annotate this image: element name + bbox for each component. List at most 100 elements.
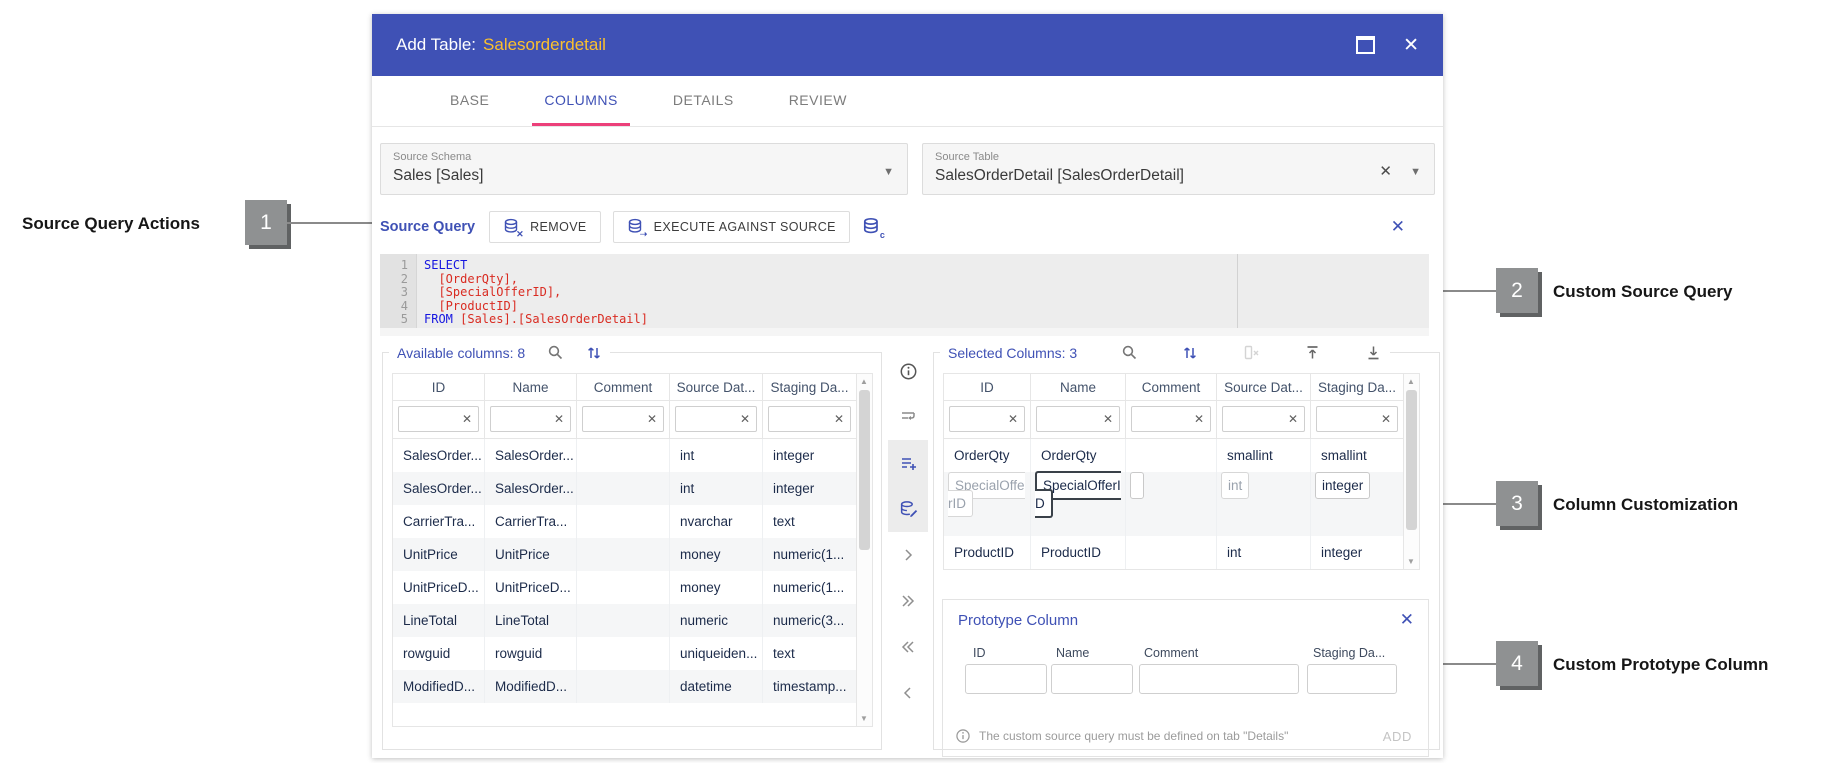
clear-icon[interactable]: ✕ [1188, 412, 1210, 426]
table-row[interactable]: SalesOrder...SalesOrder...intinteger [393, 472, 872, 505]
filter-input[interactable] [1132, 409, 1188, 429]
clear-icon[interactable]: ✕ [641, 412, 663, 426]
chevron-down-icon[interactable]: ▼ [1410, 166, 1421, 178]
scroll-up-icon[interactable]: ▲ [1404, 377, 1418, 386]
cell-input-name[interactable]: SpecialOfferID [1035, 471, 1121, 518]
sort-icon[interactable] [586, 345, 602, 361]
clear-icon[interactable]: ✕ [456, 412, 478, 426]
scrollbar-thumb[interactable] [859, 390, 870, 550]
cell-input-id[interactable]: SpecialOfferID [948, 472, 1025, 517]
remove-query-button[interactable]: ✕ REMOVE [489, 211, 601, 243]
maximize-icon[interactable] [1356, 36, 1375, 54]
tab-bar: BASE COLUMNS DETAILS REVIEW [372, 76, 1443, 127]
sql-line: 2 [OrderQty], [380, 273, 1429, 287]
filter-input[interactable] [1223, 409, 1282, 429]
scroll-up-icon[interactable]: ▲ [857, 377, 871, 386]
clear-icon[interactable]: ✕ [1375, 412, 1397, 426]
filter-input[interactable] [676, 409, 734, 429]
prototype-close-icon[interactable]: ✕ [1400, 610, 1414, 630]
tab-review[interactable]: REVIEW [777, 76, 859, 126]
prototype-staging-input[interactable] [1307, 664, 1397, 694]
close-icon[interactable]: ✕ [1403, 36, 1419, 55]
source-table-select[interactable]: Source Table SalesOrderDetail [SalesOrde… [922, 143, 1435, 195]
database-edit-icon[interactable] [888, 486, 928, 532]
table-row[interactable]: ModifiedD...ModifiedD...datetimetimestam… [393, 670, 872, 703]
page: Source Query Actions 1 2 Custom Source Q… [0, 0, 1834, 763]
execute-against-source-label: EXECUTE AGAINST SOURCE [654, 220, 836, 234]
sort-icon[interactable] [1182, 345, 1198, 361]
filter-input[interactable] [950, 409, 1002, 429]
scrollbar-thumb[interactable] [1406, 390, 1417, 530]
scrollbar[interactable]: ▲ ▼ [1403, 374, 1419, 569]
annotation-number-3: 3 [1496, 481, 1538, 526]
filter-input[interactable] [769, 409, 828, 429]
sql-hscrollbar[interactable] [380, 328, 1429, 336]
sql-editor[interactable]: 1SELECT 2 [OrderQty], 3 [SpecialOfferID]… [380, 254, 1429, 336]
database-refresh-icon[interactable]: c [862, 217, 882, 237]
chevron-down-icon[interactable]: ▼ [883, 166, 894, 178]
database-remove-icon: ✕ [503, 218, 521, 236]
search-icon[interactable] [547, 344, 564, 361]
filter-input[interactable] [1037, 409, 1097, 429]
clear-icon[interactable]: ✕ [1002, 412, 1024, 426]
scroll-to-top-icon[interactable] [1304, 344, 1321, 361]
filter-input[interactable] [1317, 409, 1375, 429]
source-schema-value: Sales [Sales] [393, 167, 895, 185]
playlist-add-icon[interactable] [888, 440, 928, 486]
table-row[interactable]: UnitPriceD...UnitPriceD...moneynumeric(1… [393, 571, 872, 604]
wrap-text-icon[interactable] [888, 394, 928, 440]
filter-input[interactable] [491, 409, 548, 429]
filter-input[interactable] [583, 409, 641, 429]
chevron-right-icon[interactable] [888, 532, 928, 578]
double-chevron-left-icon[interactable] [888, 624, 928, 670]
source-schema-label: Source Schema [393, 151, 895, 163]
table-row[interactable]: SalesOrder...SalesOrder...intinteger [393, 439, 872, 472]
tab-columns[interactable]: COLUMNS [532, 76, 630, 126]
table-row[interactable]: ProductIDProductIDintinteger [944, 536, 1419, 569]
table-row[interactable]: CarrierTra...CarrierTra...nvarchartext [393, 505, 872, 538]
prototype-id-input[interactable] [965, 664, 1047, 694]
clear-icon[interactable]: ✕ [548, 412, 570, 426]
source-schema-select[interactable]: Source Schema Sales [Sales] ▼ [380, 143, 908, 195]
table-header-row: ID Name Comment Source Dat... Staging Da… [944, 374, 1419, 401]
table-row[interactable]: LineTotalLineTotalnumericnumeric(3... [393, 604, 872, 637]
sql-line: 1SELECT [380, 259, 1429, 273]
selected-columns-legend: Selected Columns: 3 [948, 345, 1077, 361]
prototype-comment-label: Comment [1144, 646, 1198, 660]
info-icon[interactable] [888, 348, 928, 394]
add-column-button[interactable]: ADD [1383, 729, 1412, 744]
clear-icon[interactable]: ✕ [734, 412, 756, 426]
filter-input[interactable] [399, 409, 456, 429]
scroll-down-icon[interactable]: ▼ [857, 714, 871, 723]
clear-icon[interactable]: ✕ [1379, 162, 1392, 180]
prototype-comment-input[interactable] [1139, 664, 1299, 694]
table-header-row: ID Name Comment Source Dat... Staging Da… [393, 374, 872, 401]
table-row[interactable]: UnitPriceUnitPricemoneynumeric(1... [393, 538, 872, 571]
cell-input-staging-type[interactable]: integer [1315, 472, 1370, 499]
table-row-editing[interactable]: SpecialOfferID SpecialOfferID int intege… [944, 472, 1419, 536]
chevron-left-icon[interactable] [888, 670, 928, 716]
double-chevron-right-icon[interactable] [888, 578, 928, 624]
remove-column-icon[interactable] [1242, 344, 1260, 361]
selected-columns-table: ID Name Comment Source Dat... Staging Da… [943, 373, 1420, 570]
scroll-down-icon[interactable]: ▼ [1404, 557, 1418, 566]
tab-details[interactable]: DETAILS [661, 76, 746, 126]
scroll-to-bottom-icon[interactable] [1365, 344, 1382, 361]
clear-icon[interactable]: ✕ [1097, 412, 1119, 426]
scrollbar[interactable]: ▲ ▼ [856, 374, 872, 726]
source-query-close-icon[interactable]: ✕ [1391, 217, 1405, 237]
table-row[interactable]: OrderQtyOrderQtysmallintsmallint [944, 439, 1419, 472]
prototype-column-title: Prototype Column [958, 612, 1078, 629]
search-icon[interactable] [1121, 344, 1138, 361]
tab-base[interactable]: BASE [438, 76, 501, 126]
prototype-name-input[interactable] [1051, 664, 1133, 694]
cell-input-comment[interactable] [1130, 472, 1144, 499]
clear-icon[interactable]: ✕ [828, 412, 850, 426]
column-actions-toolbar [888, 346, 928, 716]
execute-against-source-button[interactable]: ➝ EXECUTE AGAINST SOURCE [613, 211, 850, 243]
annotation-number-2: 2 [1496, 268, 1538, 313]
table-row[interactable]: rowguidrowguiduniqueiden...text [393, 637, 872, 670]
cell-input-source-type[interactable]: int [1221, 472, 1249, 499]
clear-icon[interactable]: ✕ [1282, 412, 1304, 426]
prototype-name-label: Name [1056, 646, 1089, 660]
